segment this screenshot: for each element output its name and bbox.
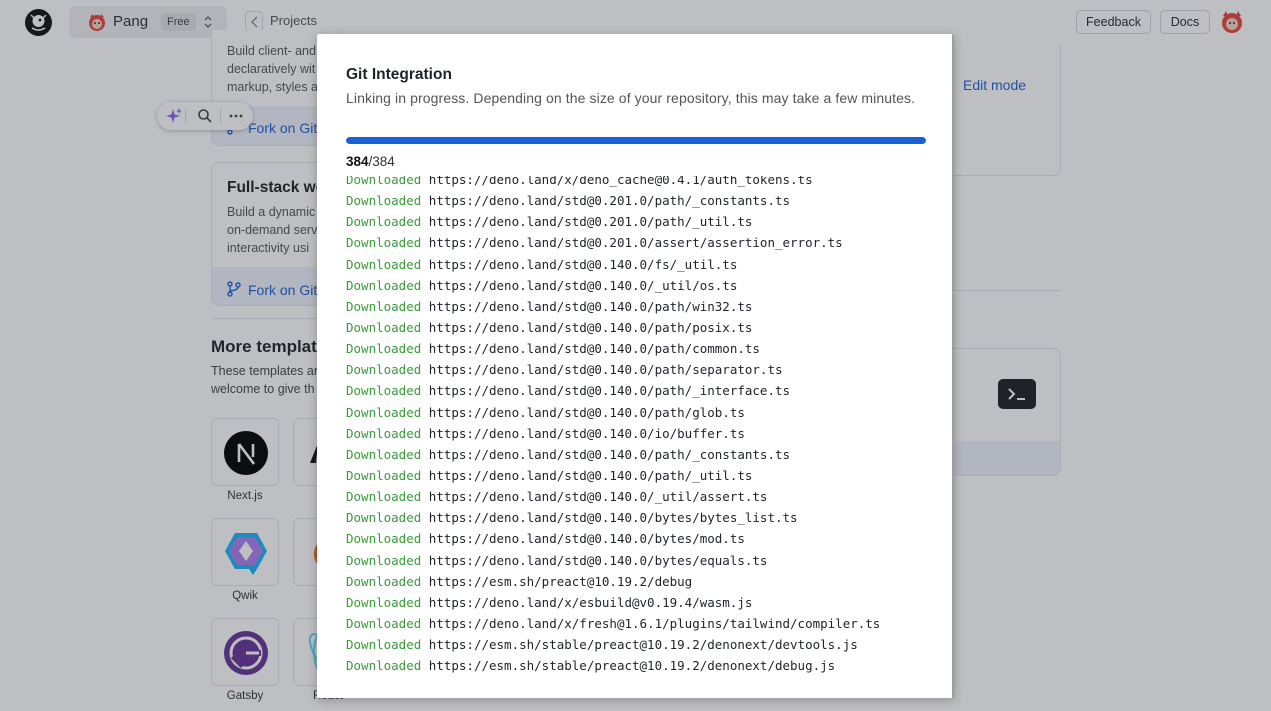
log-url: https://deno.land/std@0.140.0/path/_cons… [428,446,791,462]
log-status: Downloaded [346,489,422,505]
log-line: Downloaded https://esm.sh/stable/preact@… [346,634,936,655]
modal-title: Git Integration [346,66,452,83]
log-line: Downloaded https://deno.land/std@0.140.0… [346,444,936,465]
log-status: Downloaded [346,362,422,378]
log-status: Downloaded [346,298,422,314]
log-status: Downloaded [346,510,422,526]
log-status: Downloaded [346,467,422,483]
log-line: Downloaded https://deno.land/std@0.140.0… [346,402,936,423]
log-status: Downloaded [346,277,422,293]
log-status: Downloaded [346,615,422,631]
log-status: Downloaded [346,594,422,610]
log-status: Downloaded [346,235,422,251]
log-line: Downloaded https://deno.land/std@0.140.0… [346,550,936,571]
log-status: Downloaded [346,319,422,335]
download-log[interactable]: Downloaded https://deno.land/x/deno_cach… [346,176,936,682]
log-line: Downloaded https://deno.land/std@0.140.0… [346,275,936,296]
log-url: https://deno.land/std@0.140.0/path/commo… [428,341,760,357]
log-url: https://deno.land/std@0.140.0/path/_inte… [428,383,791,399]
log-url: https://deno.land/x/deno_cache@0.4.1/aut… [428,176,813,187]
log-line: Downloaded https://esm.sh/preact@10.19.2… [346,571,936,592]
modal-subtitle: Linking in progress. Depending on the si… [346,90,916,106]
log-line: Downloaded https://deno.land/std@0.201.0… [346,232,936,253]
log-status: Downloaded [346,658,422,674]
log-url: https://deno.land/x/esbuild@v0.19.4/wasm… [428,594,753,610]
log-line: Downloaded https://deno.land/x/esbuild@v… [346,592,936,613]
log-line: Downloaded https://deno.land/std@0.140.0… [346,317,936,338]
log-url: https://esm.sh/stable/preact@10.19.2/den… [428,637,858,653]
log-url: https://deno.land/std@0.140.0/path/_util… [428,467,753,483]
log-url: https://deno.land/x/fresh@1.6.1/plugins/… [428,615,881,631]
log-line: Downloaded https://deno.land/std@0.140.0… [346,528,936,549]
log-status: Downloaded [346,531,422,547]
download-log-lines: Downloaded https://deno.land/x/deno_cach… [346,176,936,676]
log-url: https://deno.land/std@0.140.0/bytes/byte… [428,510,798,526]
log-status: Downloaded [346,404,422,420]
log-line: Downloaded https://deno.land/std@0.140.0… [346,380,936,401]
progress-bar [346,137,926,144]
progress-count: 384/384 [346,154,395,169]
progress-done: 384 [346,154,369,169]
log-line: Downloaded https://deno.land/std@0.140.0… [346,486,936,507]
log-status: Downloaded [346,637,422,653]
log-status: Downloaded [346,214,422,230]
log-url: https://esm.sh/preact@10.19.2/debug [428,573,693,589]
log-status: Downloaded [346,256,422,272]
log-line: Downloaded https://deno.land/std@0.201.0… [346,190,936,211]
git-integration-modal: Git Integration Linking in progress. Dep… [317,34,954,698]
log-url: https://deno.land/std@0.201.0/path/_cons… [428,193,791,209]
log-line: Downloaded https://deno.land/x/fresh@1.6… [346,613,936,634]
log-url: https://deno.land/std@0.140.0/path/glob.… [428,404,745,420]
log-url: https://deno.land/std@0.201.0/path/_util… [428,214,753,230]
log-line: Downloaded https://deno.land/std@0.201.0… [346,211,936,232]
log-url: https://deno.land/std@0.140.0/_util/asse… [428,489,768,505]
log-status: Downloaded [346,193,422,209]
log-line: Downloaded https://deno.land/std@0.140.0… [346,423,936,444]
progress-total: /384 [368,154,395,169]
log-status: Downloaded [346,446,422,462]
log-url: https://deno.land/std@0.140.0/io/buffer.… [428,425,745,441]
log-url: https://deno.land/std@0.140.0/bytes/equa… [428,552,768,568]
log-line: Downloaded https://deno.land/std@0.140.0… [346,507,936,528]
log-line: Downloaded https://esm.sh/stable/preact@… [346,655,936,676]
log-url: https://deno.land/std@0.140.0/fs/_util.t… [428,256,738,272]
log-line: Downloaded https://deno.land/std@0.140.0… [346,296,936,317]
log-status: Downloaded [346,341,422,357]
log-url: https://deno.land/std@0.201.0/assert/ass… [428,235,843,251]
log-url: https://deno.land/std@0.140.0/path/win32… [428,298,753,314]
log-line: Downloaded https://deno.land/std@0.140.0… [346,465,936,486]
log-status: Downloaded [346,552,422,568]
log-url: https://deno.land/std@0.140.0/bytes/mod.… [428,531,745,547]
log-status: Downloaded [346,383,422,399]
log-url: https://deno.land/std@0.140.0/_util/os.t… [428,277,738,293]
log-url: https://esm.sh/stable/preact@10.19.2/den… [428,658,836,674]
log-line: Downloaded https://deno.land/std@0.140.0… [346,359,936,380]
log-status: Downloaded [346,573,422,589]
log-status: Downloaded [346,176,422,187]
log-line: Downloaded https://deno.land/std@0.140.0… [346,338,936,359]
log-line: Downloaded https://deno.land/x/deno_cach… [346,176,936,190]
log-line: Downloaded https://deno.land/std@0.140.0… [346,254,936,275]
progress-bar-fill [346,137,926,144]
log-status: Downloaded [346,425,422,441]
log-url: https://deno.land/std@0.140.0/path/separ… [428,362,783,378]
log-url: https://deno.land/std@0.140.0/path/posix… [428,319,753,335]
